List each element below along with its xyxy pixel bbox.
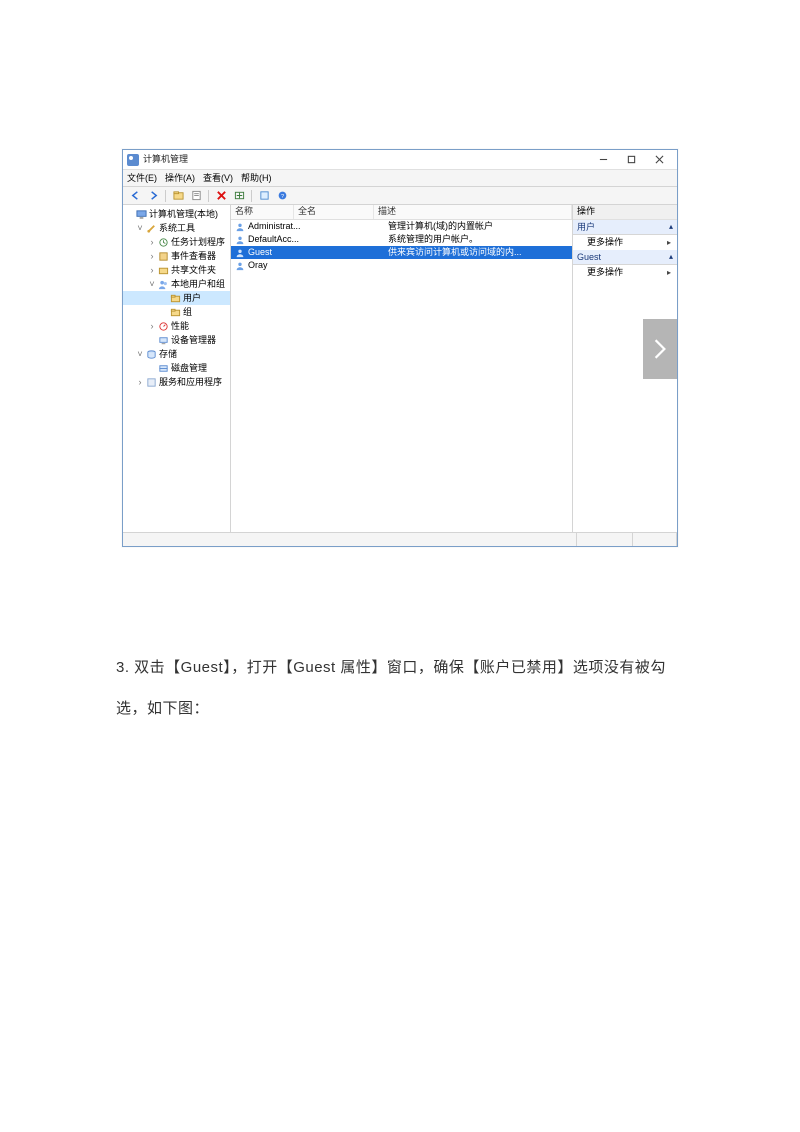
list-row-defaultaccount[interactable]: DefaultAcc... 系统管理的用户帐户。 xyxy=(231,233,572,246)
user-icon xyxy=(234,247,246,259)
chevron-right-icon: ▸ xyxy=(667,268,671,278)
expander-icon[interactable]: › xyxy=(147,238,157,247)
tree-users[interactable]: 用户 xyxy=(123,291,230,305)
menu-view[interactable]: 查看(V) xyxy=(203,173,233,184)
tree-device-manager[interactable]: 设备管理器 xyxy=(123,333,230,347)
close-button[interactable] xyxy=(645,152,673,168)
disk-icon xyxy=(157,362,169,374)
next-page-button[interactable] xyxy=(643,319,677,379)
tree-event-viewer[interactable]: › 事件查看器 xyxy=(123,249,230,263)
help-button[interactable]: ? xyxy=(274,189,290,203)
share-icon xyxy=(157,264,169,276)
computer-management-window: 计算机管理 文件(E) 操作(A) 查看(V) 帮助(H) ? xyxy=(122,149,678,547)
menu-action[interactable]: 操作(A) xyxy=(165,173,195,184)
col-desc[interactable]: 描述 xyxy=(374,205,572,219)
tree-system-tools[interactable]: ˅ 系统工具 xyxy=(123,221,230,235)
refresh-button[interactable] xyxy=(256,189,272,203)
chevron-right-icon: ▸ xyxy=(667,238,671,248)
user-icon xyxy=(234,221,246,233)
menu-help[interactable]: 帮助(H) xyxy=(241,173,272,184)
storage-icon xyxy=(145,348,157,360)
list-header[interactable]: 名称 全名 描述 xyxy=(231,205,572,220)
app-icon xyxy=(127,154,139,166)
menubar: 文件(E) 操作(A) 查看(V) 帮助(H) xyxy=(123,170,677,187)
expander-icon[interactable]: › xyxy=(147,322,157,331)
collapse-icon: ▴ xyxy=(669,222,673,232)
expander-icon[interactable]: ˅ xyxy=(135,224,145,233)
instruction-paragraph: 3. 双击【Guest】，打开【Guest 属性】窗口，确保【账户已禁用】选项没… xyxy=(116,648,686,729)
svg-text:?: ? xyxy=(280,194,283,200)
actions-more-1[interactable]: 更多操作 ▸ xyxy=(573,235,677,250)
maximize-button[interactable] xyxy=(617,152,645,168)
status-cell xyxy=(577,533,633,546)
delete-button[interactable] xyxy=(213,189,229,203)
status-cell xyxy=(123,533,577,546)
expander-icon[interactable]: ˅ xyxy=(135,350,145,359)
folder-icon xyxy=(169,292,181,304)
expander-icon[interactable]: › xyxy=(147,252,157,261)
up-button[interactable] xyxy=(170,189,186,203)
user-icon xyxy=(234,234,246,246)
menu-file[interactable]: 文件(E) xyxy=(127,173,157,184)
device-icon xyxy=(157,334,169,346)
status-cell xyxy=(633,533,677,546)
tree-root[interactable]: 计算机管理(本地) xyxy=(123,207,230,221)
tools-icon xyxy=(145,222,157,234)
services-icon xyxy=(145,376,157,388)
event-icon xyxy=(157,250,169,262)
expander-icon[interactable]: › xyxy=(147,266,157,275)
list-pane[interactable]: 名称 全名 描述 Administrat... 管理计算机(域)的内置帐户 De… xyxy=(231,205,573,532)
expander-icon[interactable]: › xyxy=(135,378,145,387)
tree-local-users-groups[interactable]: ˅ 本地用户和组 xyxy=(123,277,230,291)
actions-more-2[interactable]: 更多操作 ▸ xyxy=(573,265,677,280)
properties-button[interactable] xyxy=(188,189,204,203)
tree-groups[interactable]: 组 xyxy=(123,305,230,319)
expander-icon[interactable]: ˅ xyxy=(147,280,157,289)
tree-task-scheduler[interactable]: › 任务计划程序 xyxy=(123,235,230,249)
actions-section-guest[interactable]: Guest ▴ xyxy=(573,250,677,265)
list-row-oray[interactable]: Oray xyxy=(231,259,572,272)
col-name[interactable]: 名称 xyxy=(231,205,294,219)
perf-icon xyxy=(157,320,169,332)
list-row-guest[interactable]: Guest 供来宾访问计算机或访问域的内... xyxy=(231,246,572,259)
list-row-administrator[interactable]: Administrat... 管理计算机(域)的内置帐户 xyxy=(231,220,572,233)
collapse-icon: ▴ xyxy=(669,252,673,262)
toolbar: ? xyxy=(123,187,677,205)
export-button[interactable] xyxy=(231,189,247,203)
actions-section-users[interactable]: 用户 ▴ xyxy=(573,220,677,235)
tree-disk-management[interactable]: 磁盘管理 xyxy=(123,361,230,375)
users-icon xyxy=(157,278,169,290)
clock-icon xyxy=(157,236,169,248)
tree-shared-folders[interactable]: › 共享文件夹 xyxy=(123,263,230,277)
actions-header: 操作 xyxy=(573,205,677,220)
tree-performance[interactable]: › 性能 xyxy=(123,319,230,333)
toolbar-separator xyxy=(165,190,166,202)
window-title: 计算机管理 xyxy=(143,154,589,165)
computer-icon xyxy=(135,208,147,220)
forward-button[interactable] xyxy=(145,189,161,203)
toolbar-separator xyxy=(208,190,209,202)
col-fullname[interactable]: 全名 xyxy=(294,205,374,219)
tree-pane[interactable]: 计算机管理(本地) ˅ 系统工具 › 任务计划程序 › 事件查看器 xyxy=(123,205,231,532)
toolbar-separator xyxy=(251,190,252,202)
minimize-button[interactable] xyxy=(589,152,617,168)
tree-storage[interactable]: ˅ 存储 xyxy=(123,347,230,361)
tree-services-apps[interactable]: › 服务和应用程序 xyxy=(123,375,230,389)
folder-icon xyxy=(169,306,181,318)
back-button[interactable] xyxy=(127,189,143,203)
titlebar: 计算机管理 xyxy=(123,150,677,170)
user-icon xyxy=(234,260,246,272)
status-bar xyxy=(123,532,677,546)
